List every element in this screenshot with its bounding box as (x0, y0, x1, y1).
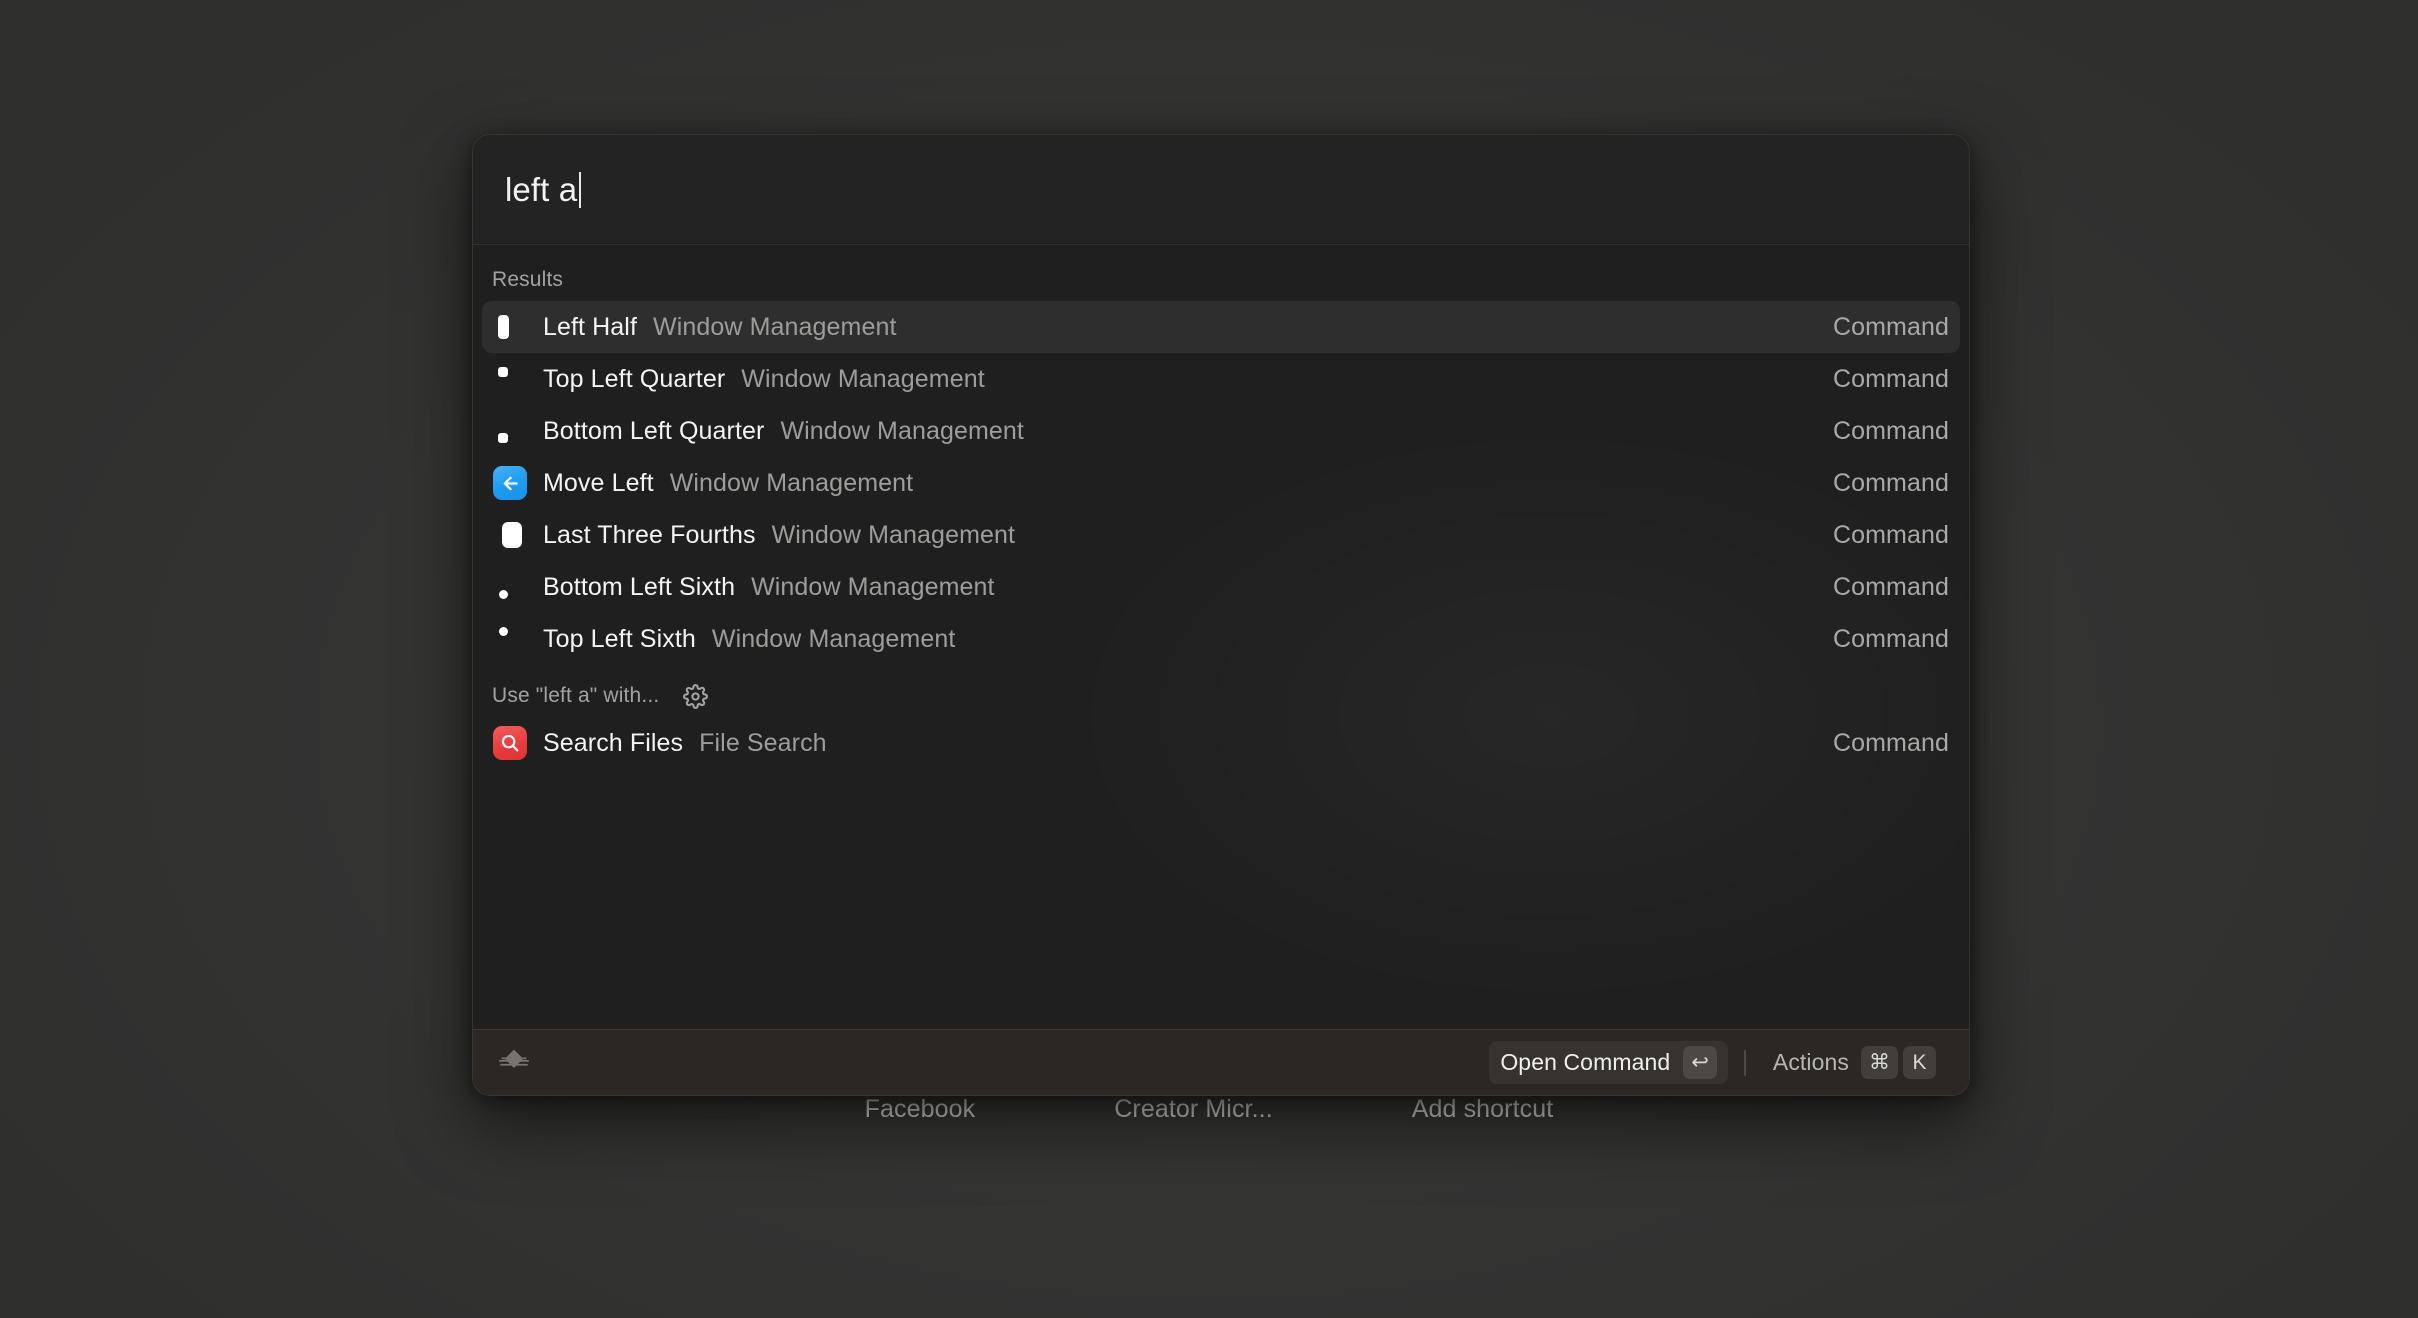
result-title: Last Three Fourths (543, 521, 756, 550)
actions-menu-button[interactable]: Actions ⌘ K (1762, 1041, 1947, 1084)
window-left-half-icon (493, 310, 527, 344)
command-key-badge: ⌘ (1861, 1046, 1898, 1079)
section-header-use-with: Use "left a" with... (473, 675, 1969, 717)
result-title: Bottom Left Sixth (543, 573, 735, 602)
result-row-top-left-sixth[interactable]: Top Left Sixth Window Management Command (482, 613, 1960, 665)
result-subtitle: Window Management (751, 573, 995, 602)
result-accessory: Command (1833, 469, 1949, 498)
result-accessory: Command (1833, 417, 1949, 446)
actions-label: Actions (1773, 1049, 1849, 1076)
window-bottom-left-quarter-icon (493, 414, 527, 448)
result-title: Top Left Sixth (543, 625, 696, 654)
open-command-label: Open Command (1500, 1049, 1670, 1076)
result-title: Left Half (543, 313, 637, 342)
result-title: Top Left Quarter (543, 365, 725, 394)
result-subtitle: Window Management (741, 365, 985, 394)
open-command-action[interactable]: Open Command ↩ (1489, 1041, 1728, 1084)
result-row-bottom-left-quarter[interactable]: Bottom Left Quarter Window Management Co… (482, 405, 1960, 457)
result-row-search-files[interactable]: Search Files File Search Command (482, 717, 1960, 769)
window-bottom-left-sixth-icon (493, 570, 527, 604)
result-accessory: Command (1833, 365, 1949, 394)
result-row-last-three-fourths[interactable]: Last Three Fourths Window Management Com… (482, 509, 1960, 561)
background-shortcut-facebook[interactable]: Facebook (865, 1095, 976, 1124)
result-accessory: Command (1833, 313, 1949, 342)
background-shortcut-add[interactable]: Add shortcut (1412, 1095, 1554, 1124)
footer-bar: Open Command ↩ Actions ⌘ K (473, 1029, 1969, 1095)
search-bar[interactable]: left a (473, 135, 1969, 245)
text-cursor (579, 172, 581, 208)
result-subtitle: Window Management (772, 521, 1016, 550)
result-subtitle: File Search (699, 729, 827, 758)
raycast-logo-icon[interactable] (497, 1046, 531, 1080)
return-key-badge: ↩ (1683, 1046, 1717, 1079)
result-accessory: Command (1833, 521, 1949, 550)
result-accessory: Command (1833, 573, 1949, 602)
result-accessory: Command (1833, 729, 1949, 758)
result-row-bottom-left-sixth[interactable]: Bottom Left Sixth Window Management Comm… (482, 561, 1960, 613)
result-title: Bottom Left Quarter (543, 417, 764, 446)
result-title: Move Left (543, 469, 654, 498)
arrow-left-icon (493, 466, 527, 500)
section-header-use-with-label: Use "left a" with... (492, 684, 659, 708)
result-accessory: Command (1833, 625, 1949, 654)
results-list: Results Left Half Window Management Comm… (473, 245, 1969, 1029)
search-input[interactable]: left a (505, 135, 1937, 244)
result-title: Search Files (543, 729, 683, 758)
result-row-top-left-quarter[interactable]: Top Left Quarter Window Management Comma… (482, 353, 1960, 405)
result-subtitle: Window Management (712, 625, 956, 654)
result-row-left-half[interactable]: Left Half Window Management Command (482, 301, 1960, 353)
section-header-results: Results (473, 259, 1969, 301)
raycast-launcher-window: left a Results Left Half Window Manageme… (472, 134, 1970, 1096)
window-top-left-quarter-icon (493, 362, 527, 396)
file-search-icon (493, 726, 527, 760)
footer-divider (1744, 1050, 1746, 1076)
search-input-value: left a (505, 171, 577, 209)
window-last-three-fourths-icon (493, 518, 527, 552)
result-subtitle: Window Management (670, 469, 914, 498)
result-row-move-left[interactable]: Move Left Window Management Command (482, 457, 1960, 509)
desktop-background: Facebook Creator Micr... Add shortcut le… (0, 0, 2418, 1318)
result-subtitle: Window Management (653, 313, 897, 342)
background-shortcuts: Facebook Creator Micr... Add shortcut (0, 1095, 2418, 1124)
result-subtitle: Window Management (780, 417, 1024, 446)
window-top-left-sixth-icon (493, 622, 527, 656)
background-shortcut-creator-micro[interactable]: Creator Micr... (1114, 1095, 1272, 1124)
footer-actions: Open Command ↩ Actions ⌘ K (1489, 1041, 1947, 1084)
k-key-badge: K (1903, 1046, 1936, 1079)
section-header-results-label: Results (492, 268, 563, 292)
gear-icon[interactable] (683, 684, 708, 709)
